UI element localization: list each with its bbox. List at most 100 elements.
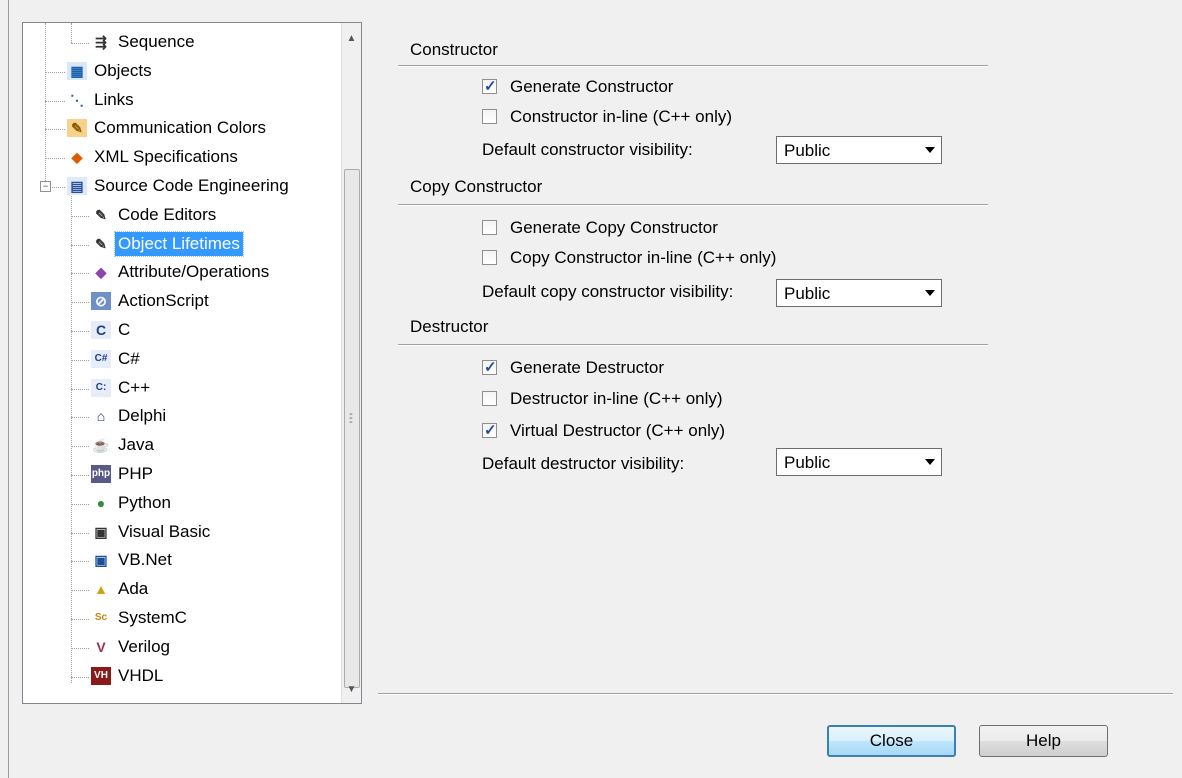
tree-item-label: Verilog — [118, 636, 170, 656]
tree-item[interactable]: Sc SystemC — [23, 605, 333, 631]
php-icon: php — [91, 465, 111, 483]
constructor-section-title: Constructor — [410, 40, 498, 59]
tree-item-label: Object Lifetimes — [114, 230, 244, 257]
ada-icon: ▲ — [91, 580, 111, 599]
checkbox-label: Constructor in-line (C++ only) — [510, 107, 733, 126]
chevron-down-icon — [925, 459, 935, 465]
tree-item-label: C — [118, 320, 131, 339]
checkbox-label: Virtual Destructor (C++ only) — [510, 421, 726, 440]
visual-basic-icon: ▣ — [91, 522, 111, 541]
tree-item[interactable]: ⊘ ActionScript — [23, 288, 333, 314]
scroll-up-arrow-icon[interactable]: ▲ — [342, 29, 361, 48]
help-button[interactable]: Help — [979, 725, 1108, 757]
copy-constructor-divider — [398, 204, 988, 206]
chevron-down-icon — [925, 147, 935, 153]
checkbox-box[interactable] — [482, 220, 497, 235]
tree-item-label: VHDL — [118, 665, 164, 685]
checkbox-label: Destructor in-line (C++ only) — [510, 389, 723, 408]
copy-constructor-visibility-select[interactable]: Public — [776, 279, 942, 307]
copy-constructor-section-title: Copy Constructor — [410, 177, 543, 196]
csharp-icon: C# — [91, 349, 111, 368]
tree-item-label: C++ — [118, 377, 151, 397]
tree-item[interactable]: ⋱ Links — [23, 87, 333, 113]
tree-item[interactable]: ▦ Objects — [23, 58, 333, 84]
tree-item-label: Ada — [118, 579, 149, 599]
code-editor-icon: ✎ — [91, 205, 111, 224]
tree-item[interactable]: ▣ Visual Basic — [23, 519, 333, 545]
tree-item-label: C# — [118, 348, 140, 368]
close-button[interactable]: Close — [827, 725, 956, 757]
tree-item[interactable]: ◆ Attribute/Operations — [23, 259, 333, 285]
tree-item-label: Sequence — [118, 32, 195, 51]
checkbox-box[interactable] — [482, 77, 497, 95]
constructor-visibility-select[interactable]: Public — [776, 136, 942, 164]
source-code-icon: ▤ — [67, 177, 87, 195]
python-icon: ● — [91, 493, 111, 512]
copy-constructor-visibility-label: Default copy constructor visibility: — [482, 282, 734, 301]
actionscript-icon: ⊘ — [91, 292, 111, 311]
tree-item[interactable]: ✎ Object Lifetimes — [23, 230, 333, 257]
tree-vertical-scrollbar[interactable]: ▲ --- ▼ — [341, 23, 361, 703]
options-tree[interactable]: − ⇶ Sequence ▦ Objects ⋱ Links ✎ Communication … — [22, 22, 362, 704]
tree-item[interactable]: V Verilog — [23, 634, 333, 660]
tree-item-label: Visual Basic — [118, 521, 211, 541]
tree-item[interactable]: ◆ XML Specifications — [23, 144, 333, 170]
tree-item[interactable]: ✎ Code Editors — [23, 202, 333, 228]
destructor-section-title: Destructor — [410, 317, 489, 336]
tree-item-label: Java — [118, 435, 154, 455]
tree-item-label: Python — [118, 492, 171, 512]
tree-item-label: VB.Net — [118, 550, 172, 570]
tree-item[interactable]: C# C# — [23, 346, 333, 372]
tree-item[interactable]: ▤ Source Code Engineering — [23, 173, 333, 199]
tree-item-label: PHP — [118, 464, 153, 483]
tree-item[interactable]: ✎ Communication Colors — [23, 115, 333, 141]
tree-item-label: Code Editors — [118, 204, 217, 224]
checkbox-box[interactable] — [482, 250, 497, 265]
scroll-down-arrow-icon[interactable]: ▼ — [342, 680, 361, 699]
xml-icon: ◆ — [67, 148, 87, 167]
delphi-icon: ⌂ — [91, 407, 111, 426]
tree-item[interactable]: ☕ Java — [23, 432, 333, 458]
checkbox-label: Generate Copy Constructor — [510, 218, 718, 237]
window-left-border — [0, 0, 9, 778]
tree-item-label: SystemC — [118, 608, 187, 627]
tree-item[interactable]: php PHP — [23, 461, 333, 487]
vhdl-icon: VH — [91, 666, 111, 685]
attribute-operations-icon: ◆ — [91, 263, 111, 282]
tree-item-label: Communication Colors — [94, 118, 266, 138]
tree-item[interactable]: ● Python — [23, 490, 333, 516]
verilog-icon: V — [91, 637, 111, 656]
sequence-icon: ⇶ — [91, 33, 111, 51]
checkbox-box[interactable] — [482, 421, 497, 439]
destructor-divider — [398, 344, 988, 346]
tree-item-label: Links — [94, 89, 134, 109]
links-icon: ⋱ — [67, 90, 87, 109]
palette-icon: ✎ — [67, 119, 87, 138]
checkbox-label: Generate Constructor — [510, 77, 674, 96]
select-value: Public — [784, 141, 831, 160]
checkbox-label: Copy Constructor in-line (C++ only) — [510, 248, 777, 267]
select-value: Public — [784, 284, 831, 303]
scrollbar-thumb[interactable]: --- — [344, 169, 360, 688]
tree-item-label: XML Specifications — [94, 147, 238, 167]
checkbox-box[interactable] — [482, 109, 497, 124]
tree-item-label: Attribute/Operations — [118, 262, 270, 282]
constructor-visibility-label: Default constructor visibility: — [482, 140, 693, 159]
tree-item[interactable]: VH VHDL — [23, 663, 333, 689]
tree-item[interactable]: ▲ Ada — [23, 576, 333, 602]
tree-item-label: Delphi — [118, 406, 167, 426]
constructor-divider — [398, 65, 988, 67]
destructor-visibility-select[interactable]: Public — [776, 448, 942, 476]
tree-item[interactable]: ▣ VB.Net — [23, 547, 333, 573]
tree-item[interactable]: ⇶ Sequence — [23, 29, 333, 55]
tree-item[interactable]: CC — [23, 317, 333, 343]
c-icon: C — [91, 321, 111, 339]
checkbox-label: Generate Destructor — [510, 358, 665, 377]
objects-icon: ▦ — [67, 61, 87, 80]
tree-item-label: ActionScript — [118, 291, 209, 311]
tree-item[interactable]: ⌂ Delphi — [23, 403, 333, 429]
checkbox-box[interactable] — [482, 391, 497, 406]
tree-item[interactable]: C: C++ — [23, 375, 333, 401]
footer-divider — [378, 693, 1173, 695]
checkbox-box[interactable] — [482, 358, 497, 376]
